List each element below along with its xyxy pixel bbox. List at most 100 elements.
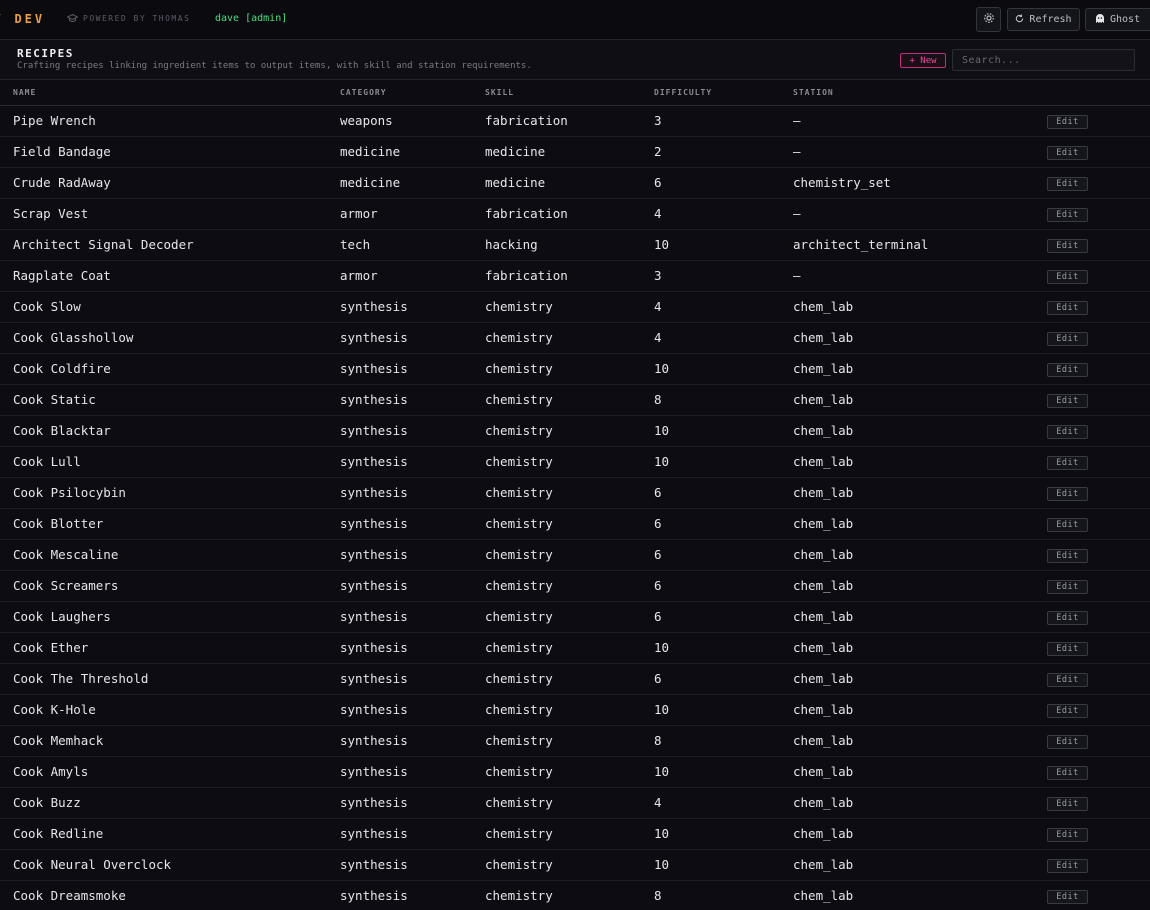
new-recipe-button[interactable]: + New [900, 53, 946, 68]
table-row[interactable]: Cook K-Hole synthesis chemistry 10 chem_lab E… [0, 694, 1150, 726]
edit-button[interactable]: Edit [1047, 239, 1088, 253]
table-row[interactable]: Cook Laughers synthesis chemistry 6 chem_lab… [0, 601, 1150, 633]
table-row[interactable]: Cook Blacktar synthesis chemistry 10 chem_la… [0, 415, 1150, 447]
edit-button[interactable]: Edit [1047, 146, 1088, 160]
page-description: Crafting recipes linking ingredient item… [17, 61, 532, 71]
cell-skill: chemistry [485, 632, 654, 664]
cell-difficulty: 4 [654, 787, 793, 819]
cell-name: Cook Mescaline [0, 539, 340, 571]
table-row[interactable]: Cook Blotter synthesis chemistry 6 chem_lab E… [0, 508, 1150, 540]
table-row[interactable]: Cook Screamers synthesis chemistry 6 chem_la… [0, 570, 1150, 602]
edit-button[interactable]: Edit [1047, 208, 1088, 222]
cell-category: synthesis [340, 880, 485, 910]
edit-button[interactable]: Edit [1047, 177, 1088, 191]
table-row[interactable]: Cook The Threshold synthesis chemistry 6 che… [0, 663, 1150, 695]
cell-skill: chemistry [485, 663, 654, 695]
column-header-category[interactable]: CATEGORY [340, 80, 485, 106]
table-row[interactable]: Architect Signal Decoder tech hacking 10 arc… [0, 229, 1150, 261]
cell-actions: Edit [1047, 446, 1150, 478]
table-row[interactable]: Cook Neural Overclock synthesis chemistry 1… [0, 849, 1150, 881]
graduation-cap-icon [67, 14, 78, 23]
table-row[interactable]: Cook Slow synthesis chemistry 4 chem_lab Edit [0, 291, 1150, 323]
cell-category: synthesis [340, 322, 485, 354]
settings-button[interactable] [976, 7, 1001, 32]
edit-button[interactable]: Edit [1047, 549, 1088, 563]
cell-name: Cook Buzz [0, 787, 340, 819]
edit-button[interactable]: Edit [1047, 890, 1088, 904]
cell-station: chemistry_set [793, 167, 1047, 199]
cell-difficulty: 6 [654, 477, 793, 509]
table-row[interactable]: Crude RadAway medicine medicine 6 chemistry_… [0, 167, 1150, 199]
cell-category: armor [340, 260, 485, 292]
table-row[interactable]: Cook Mescaline synthesis chemistry 6 chem_la… [0, 539, 1150, 571]
cell-skill: medicine [485, 167, 654, 199]
cell-actions: Edit [1047, 694, 1150, 726]
edit-button[interactable]: Edit [1047, 394, 1088, 408]
cell-category: synthesis [340, 539, 485, 571]
edit-button[interactable]: Edit [1047, 735, 1088, 749]
cell-actions: Edit [1047, 105, 1150, 137]
edit-button[interactable]: Edit [1047, 115, 1088, 129]
table-row[interactable]: Cook Lull synthesis chemistry 10 chem_lab Edi… [0, 446, 1150, 478]
edit-button[interactable]: Edit [1047, 766, 1088, 780]
edit-button[interactable]: Edit [1047, 456, 1088, 470]
edit-button[interactable]: Edit [1047, 487, 1088, 501]
table-row[interactable]: Field Bandage medicine medicine 2— Edit [0, 136, 1150, 168]
edit-button[interactable]: Edit [1047, 642, 1088, 656]
page-title: RECIPES [17, 47, 74, 60]
table-row[interactable]: Cook Static synthesis chemistry 8 chem_lab Ed… [0, 384, 1150, 416]
app-brand[interactable]: / DEV [0, 12, 45, 26]
column-header-station[interactable]: STATION [793, 80, 1047, 106]
recipes-table: NAME CATEGORY SKILL DIFFICULTY STATION P… [0, 80, 1150, 910]
edit-button[interactable]: Edit [1047, 673, 1088, 687]
cell-station: chem_lab [793, 322, 1047, 354]
edit-button[interactable]: Edit [1047, 859, 1088, 873]
table-row[interactable]: Cook Buzz synthesis chemistry 4 chem_lab Edit [0, 787, 1150, 819]
ghost-button[interactable]: Ghost [1085, 8, 1150, 31]
cell-name: Cook Laughers [0, 601, 340, 633]
current-user[interactable]: dave [admin] [215, 13, 287, 24]
edit-button[interactable]: Edit [1047, 797, 1088, 811]
table-row[interactable]: Cook Ether synthesis chemistry 10 chem_lab Ed… [0, 632, 1150, 664]
table-row[interactable]: Cook Psilocybin synthesis chemistry 6 chem_l… [0, 477, 1150, 509]
cell-difficulty: 6 [654, 601, 793, 633]
cell-skill: chemistry [485, 570, 654, 602]
top-bar: / DEV POWERED BY THOMAS dave [admin] Ref… [0, 0, 1150, 40]
cell-category: weapons [340, 105, 485, 137]
cell-difficulty: 6 [654, 167, 793, 199]
table-row[interactable]: Pipe Wrench weapons fabrication 3— Edit [0, 105, 1150, 137]
search-input[interactable] [952, 49, 1135, 71]
cell-station: chem_lab [793, 353, 1047, 385]
column-header-skill[interactable]: SKILL [485, 80, 654, 106]
edit-button[interactable]: Edit [1047, 580, 1088, 594]
cell-difficulty: 4 [654, 291, 793, 323]
cell-difficulty: 10 [654, 415, 793, 447]
table-row[interactable]: Cook Dreamsmoke synthesis chemistry 8 chem_l… [0, 880, 1150, 910]
column-header-name[interactable]: NAME [0, 80, 340, 106]
table-row[interactable]: Cook Memhack synthesis chemistry 8 chem_lab E… [0, 725, 1150, 757]
edit-button[interactable]: Edit [1047, 828, 1088, 842]
cell-skill: fabrication [485, 198, 654, 230]
column-header-difficulty[interactable]: DIFFICULTY [654, 80, 793, 106]
table-row[interactable]: Scrap Vest armor fabrication 4— Edit [0, 198, 1150, 230]
edit-button[interactable]: Edit [1047, 363, 1088, 377]
edit-button[interactable]: Edit [1047, 518, 1088, 532]
table-row[interactable]: Cook Amyls synthesis chemistry 10 chem_lab Ed… [0, 756, 1150, 788]
edit-button[interactable]: Edit [1047, 332, 1088, 346]
cell-station: chem_lab [793, 818, 1047, 850]
cell-station: chem_lab [793, 756, 1047, 788]
edit-button[interactable]: Edit [1047, 270, 1088, 284]
table-row[interactable]: Cook Coldfire synthesis chemistry 10 chem_la… [0, 353, 1150, 385]
table-row[interactable]: Cook Redline synthesis chemistry 10 chem_lab… [0, 818, 1150, 850]
table-row[interactable]: Cook Glasshollow synthesis chemistry 4 chem_… [0, 322, 1150, 354]
edit-button[interactable]: Edit [1047, 704, 1088, 718]
cell-station: chem_lab [793, 601, 1047, 633]
cell-difficulty: 6 [654, 508, 793, 540]
cell-name: Cook Memhack [0, 725, 340, 757]
table-row[interactable]: Ragplate Coat armor fabrication 3— Edit [0, 260, 1150, 292]
edit-button[interactable]: Edit [1047, 611, 1088, 625]
cell-name: Field Bandage [0, 136, 340, 168]
edit-button[interactable]: Edit [1047, 425, 1088, 439]
edit-button[interactable]: Edit [1047, 301, 1088, 315]
refresh-button[interactable]: Refresh [1007, 8, 1080, 31]
